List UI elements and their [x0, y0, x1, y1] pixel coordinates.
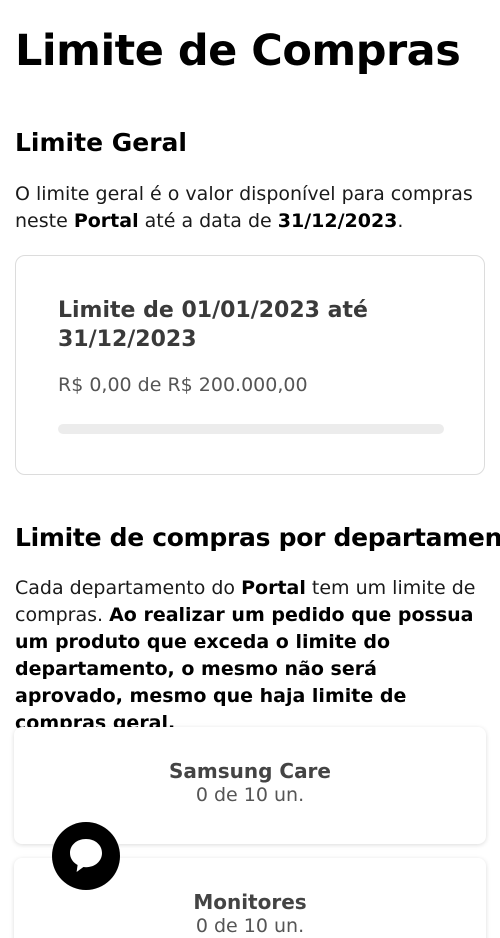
general-limit-description: O limite geral é o valor disponível para… — [15, 181, 490, 235]
page-title: Limite de Compras — [15, 26, 461, 76]
general-limit-title: Limite Geral — [15, 128, 187, 157]
limit-card-title: Limite de 01/01/2023 até 31/12/2023 — [58, 298, 368, 352]
limit-card-value: R$ 0,00 de R$ 200.000,00 — [58, 374, 308, 396]
department-count: 0 de 10 un. — [195, 915, 305, 937]
desc-text: Cada departamento do — [15, 577, 242, 599]
chat-bubble-icon — [70, 839, 102, 872]
department-name: Samsung Care — [168, 759, 331, 783]
desc-bold-portal: Portal — [241, 577, 306, 599]
desc-text: até a data de — [138, 210, 278, 232]
department-limit-title: Limite de compras por departamento — [15, 523, 500, 552]
department-name: Monitores — [193, 890, 307, 914]
desc-bold-date: 31/12/2023 — [277, 210, 398, 232]
page: Limite de Compras Limite Geral O limite … — [0, 0, 500, 938]
desc-bold-portal: Portal — [73, 210, 139, 232]
general-limit-card: Limite de 01/01/2023 até 31/12/2023 R$ 0… — [15, 255, 485, 475]
chat-button[interactable] — [52, 822, 120, 890]
limit-progress-bar — [58, 424, 444, 434]
department-count: 0 de 10 un. — [195, 784, 305, 806]
desc-text: . — [397, 210, 404, 232]
department-limit-description: Cada departamento do Portal tem um limit… — [15, 575, 490, 737]
